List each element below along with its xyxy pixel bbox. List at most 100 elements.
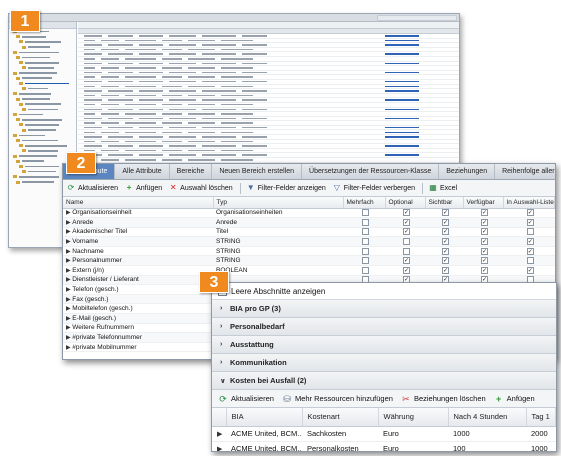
expand-arrow-icon[interactable]: ▶	[217, 446, 222, 451]
tab-5[interactable]: Beziehungen	[439, 164, 496, 179]
tab-4[interactable]: Übersetzungen der Ressourcen-Klasse	[302, 164, 440, 179]
show-empty-sections-row[interactable]: ✓ Leere Abschnitte anzeigen	[212, 283, 556, 300]
flag-checkbox[interactable]	[362, 218, 369, 226]
email-link[interactable]	[385, 117, 419, 120]
email-link[interactable]	[385, 126, 419, 129]
flag-checkbox[interactable]	[403, 237, 410, 245]
append-button[interactable]: + Anfügen	[494, 394, 535, 404]
excel-button[interactable]: ▦ Excel	[429, 184, 457, 192]
flag-checkbox[interactable]	[362, 237, 369, 245]
expand-arrow-icon[interactable]: ▶	[217, 431, 222, 438]
flag-checkbox[interactable]: ✓	[481, 247, 488, 255]
refresh-button[interactable]: ⟳ Aktualisieren	[67, 184, 118, 192]
column-header[interactable]: Typ	[213, 197, 344, 209]
add-resources-button[interactable]: ⛁ Mehr Ressourcen hinzufügen	[282, 394, 393, 404]
flag-checkbox[interactable]: ✓	[526, 266, 534, 274]
email-link[interactable]	[385, 71, 419, 74]
flag-checkbox[interactable]: ✓	[403, 218, 410, 226]
flag-checkbox[interactable]	[362, 228, 369, 236]
flag-checkbox[interactable]: ✓	[526, 218, 534, 226]
flag-checkbox[interactable]: ✓	[526, 237, 534, 245]
grid-toolbar[interactable]	[78, 22, 459, 29]
flag-checkbox[interactable]: ✓	[481, 228, 488, 236]
email-link[interactable]	[385, 44, 419, 46]
email-link[interactable]	[385, 145, 419, 147]
email-link[interactable]	[385, 136, 419, 138]
flag-checkbox[interactable]: ✓	[442, 209, 449, 217]
column-header[interactable]: Sichtbar	[425, 197, 464, 209]
flag-checkbox[interactable]: ✓	[403, 228, 410, 236]
email-link[interactable]	[385, 154, 419, 156]
email-link[interactable]	[385, 35, 419, 37]
flag-checkbox[interactable]: ✓	[526, 247, 534, 255]
refresh-button[interactable]: ⟳ Aktualisieren	[218, 394, 274, 404]
flag-checkbox[interactable]: ✓	[403, 266, 410, 274]
column-header[interactable]: Tag 1	[526, 408, 556, 427]
flag-checkbox[interactable]: ✓	[403, 257, 410, 265]
flag-checkbox[interactable]: ✓	[481, 257, 488, 265]
attribute-row[interactable]: ▶ Extern (j/n) BOOLEAN ✓ ✓ ✓ ✓	[63, 265, 555, 276]
section-header[interactable]: › Kommunikation	[212, 354, 556, 372]
column-header[interactable]: Optional	[385, 197, 426, 209]
attribute-row[interactable]: ▶ Personalnummer STRING ✓ ✓ ✓	[63, 255, 555, 267]
email-link[interactable]	[385, 99, 419, 101]
flag-checkbox[interactable]: ✓	[442, 218, 449, 226]
attribute-row[interactable]: ▶ Anrede Anrede ✓ ✓ ✓ ✓	[63, 217, 555, 228]
flag-checkbox[interactable]	[362, 209, 369, 217]
tab-6[interactable]: Reihenfolge aller Beziehungen	[495, 164, 555, 179]
attribute-row[interactable]: ▶ Organisationseinheit Organisationseinhe…	[63, 208, 555, 219]
flag-checkbox[interactable]	[362, 266, 369, 274]
section-header[interactable]: › Ausstattung	[212, 336, 556, 354]
section-header[interactable]: ∨ Kosten bei Ausfall (2)	[212, 372, 556, 390]
cost-row[interactable]: ▶ ACME United, BCM... Personalkosten Euro 10…	[212, 441, 556, 451]
email-link[interactable]	[385, 62, 419, 65]
row-expander[interactable]: ▶	[212, 441, 226, 451]
flag-checkbox[interactable]: ✓	[442, 257, 449, 265]
column-header[interactable]: Name	[63, 197, 214, 209]
tab-2[interactable]: Bereiche	[170, 164, 213, 179]
column-header[interactable]: Kostenart	[302, 408, 379, 427]
tab-1[interactable]: Alle Attribute	[115, 164, 170, 179]
email-link[interactable]	[385, 53, 419, 55]
email-link[interactable]	[385, 108, 419, 111]
section-header[interactable]: › BIA pro GP (3)	[212, 300, 556, 318]
show-filter-button[interactable]: ▼ Filter-Felder anzeigen	[247, 184, 326, 192]
add-button[interactable]: + Anfügen	[125, 184, 162, 192]
column-header[interactable]: In Auswahl-Liste	[503, 197, 555, 209]
flag-checkbox[interactable]	[362, 247, 369, 255]
attribute-row[interactable]: ▶ Nachname STRING ✓ ✓ ✓	[63, 246, 555, 257]
row-expander[interactable]: ▶	[212, 426, 226, 442]
flag-checkbox[interactable]: ✓	[481, 218, 488, 226]
email-link[interactable]	[385, 80, 419, 83]
column-header[interactable]: BIA	[226, 408, 303, 427]
attribute-row[interactable]: ▶ Vorname STRING ✓ ✓ ✓	[63, 236, 555, 247]
section-header[interactable]: › Personalbedarf	[212, 318, 556, 336]
column-header[interactable]: Nach 4 Stunden	[448, 408, 527, 427]
flag-checkbox[interactable]: ✓	[481, 266, 488, 274]
column-header[interactable]: Verfügbar	[463, 197, 504, 209]
flag-checkbox[interactable]	[526, 257, 534, 265]
flag-checkbox[interactable]: ✓	[442, 247, 449, 255]
flag-checkbox[interactable]	[403, 247, 410, 255]
flag-checkbox[interactable]	[362, 257, 369, 265]
flag-checkbox[interactable]: ✓	[442, 237, 449, 245]
column-header[interactable]: Währung	[378, 408, 449, 427]
delete-relations-button[interactable]: ✂ Beziehungen löschen	[401, 394, 486, 404]
hide-filter-button[interactable]: ▽ Filter-Felder verbergen	[333, 184, 415, 192]
delete-selection-button[interactable]: ✕ Auswahl löschen	[169, 184, 233, 192]
email-link[interactable]	[385, 131, 419, 134]
flag-checkbox[interactable]: ✓	[403, 209, 410, 217]
tab-3[interactable]: Neuen Bereich erstellen	[212, 164, 303, 179]
cost-row[interactable]: ▶ ACME United, BCM... Sachkosten Euro 1000 20…	[212, 426, 556, 442]
flag-checkbox[interactable]: ✓	[481, 209, 488, 217]
flag-checkbox[interactable]: ✓	[442, 266, 449, 274]
email-link[interactable]	[385, 90, 419, 92]
flag-checkbox[interactable]: ✓	[442, 228, 449, 236]
email-link[interactable]	[385, 39, 419, 42]
flag-checkbox[interactable]: ✓	[526, 209, 534, 217]
email-link[interactable]	[385, 85, 419, 88]
attribute-row[interactable]: ▶ Akademischer Titel Titel ✓ ✓ ✓	[63, 227, 555, 238]
column-header[interactable]: Mehrfach	[343, 197, 386, 209]
flag-checkbox[interactable]	[526, 228, 534, 236]
flag-checkbox[interactable]: ✓	[481, 237, 488, 245]
